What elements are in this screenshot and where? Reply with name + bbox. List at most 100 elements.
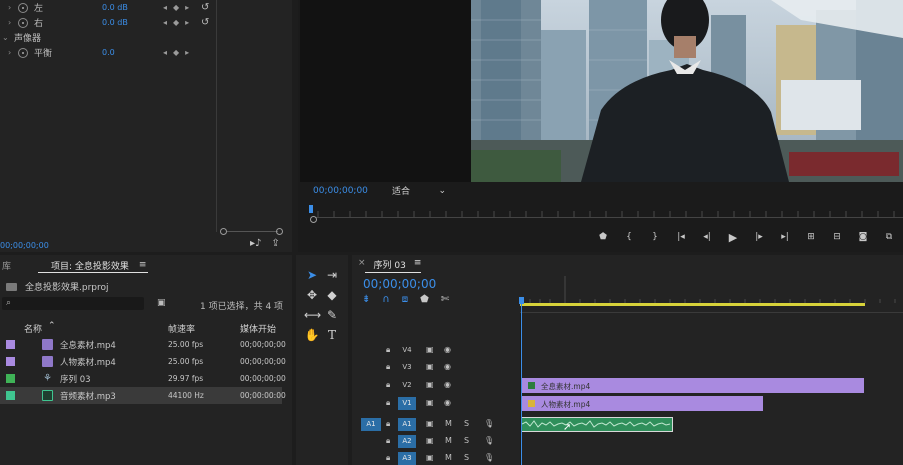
- source-patch[interactable]: A1: [361, 418, 381, 431]
- track-select-tool-icon[interactable]: ⇥: [324, 267, 340, 283]
- lock-icon[interactable]: 🔒︎: [386, 453, 390, 463]
- list-item[interactable]: 全息素材.mp4 25.00 fps 00;00;00;00: [0, 336, 286, 353]
- next-keyframe-icon[interactable]: ▸: [185, 48, 189, 57]
- timeline-clip[interactable]: 人物素材.mp4: [521, 396, 763, 411]
- item-name[interactable]: 序列 03: [60, 373, 91, 385]
- solo-button[interactable]: S: [464, 436, 469, 445]
- mark-out-icon[interactable]: }: [642, 232, 668, 242]
- next-keyframe-icon[interactable]: ▸: [185, 3, 189, 12]
- go-to-out-icon[interactable]: ▸|: [772, 232, 798, 242]
- timeline-ruler[interactable]: [520, 276, 903, 312]
- track-name[interactable]: A2: [398, 435, 416, 448]
- pen-tool-icon[interactable]: ✎: [324, 307, 340, 323]
- fx-zoom-handle-left[interactable]: [220, 228, 227, 235]
- marker-icon[interactable]: ⬟: [590, 232, 616, 242]
- extract-icon[interactable]: ⊟: [824, 232, 850, 242]
- list-item[interactable]: ⚘ 序列 03 29.97 fps 00;00;00;00: [0, 370, 286, 387]
- item-name[interactable]: 人物素材.mp4: [60, 356, 116, 368]
- lock-icon[interactable]: 🔒︎: [386, 398, 390, 408]
- prev-keyframe-icon[interactable]: ◂: [163, 3, 167, 12]
- fx-value-left[interactable]: 0.0 dB: [102, 3, 128, 12]
- prev-keyframe-icon[interactable]: ◂: [163, 18, 167, 27]
- label-color-swatch[interactable]: [6, 357, 15, 366]
- lock-icon[interactable]: 🔒︎: [386, 345, 390, 355]
- fx-value-right[interactable]: 0.0 dB: [102, 18, 128, 27]
- sync-lock-icon[interactable]: ▣: [426, 398, 434, 407]
- stopwatch-icon[interactable]: [18, 2, 28, 13]
- list-item[interactable]: 人物素材.mp4 25.00 fps 00;00;00;00: [0, 353, 286, 370]
- stopwatch-icon[interactable]: [18, 17, 28, 28]
- go-to-in-icon[interactable]: |◂: [668, 232, 694, 242]
- microphone-icon[interactable]: 🎙︎: [484, 453, 494, 462]
- sync-lock-icon[interactable]: ▣: [426, 436, 434, 445]
- label-color-swatch[interactable]: [6, 374, 15, 383]
- fx-zoom-handle-right[interactable]: [276, 228, 283, 235]
- sort-ascending-icon[interactable]: ⌃: [48, 321, 56, 331]
- timeline-tab[interactable]: × 序列 03 ≡: [358, 258, 421, 271]
- chevron-right-icon[interactable]: ›: [8, 48, 16, 57]
- slip-tool-icon[interactable]: ⟷: [304, 307, 321, 323]
- sync-lock-icon[interactable]: ▣: [426, 380, 434, 389]
- timeline-clip[interactable]: 全息素材.mp4: [521, 378, 864, 393]
- eye-icon[interactable]: ◉: [444, 380, 451, 389]
- sync-lock-icon[interactable]: ▣: [426, 362, 434, 371]
- fx-row-panner[interactable]: ⌄ 声像器: [0, 30, 292, 45]
- item-name[interactable]: 全息素材.mp4: [60, 339, 116, 351]
- program-zoom-handle[interactable]: [310, 216, 317, 223]
- compare-icon[interactable]: ⧉: [876, 232, 902, 242]
- fx-value-balance[interactable]: 0.0: [102, 48, 115, 57]
- settings-wrench-icon[interactable]: ✄: [441, 294, 449, 305]
- column-fps[interactable]: 帧速率: [168, 322, 195, 335]
- program-scrollbar-track[interactable]: [314, 217, 903, 218]
- fx-timecode[interactable]: 00;00;00;00: [0, 241, 49, 250]
- work-area-bar[interactable]: [520, 303, 865, 306]
- lift-icon[interactable]: ⊞: [798, 232, 824, 242]
- reset-icon[interactable]: ↺: [201, 2, 209, 13]
- hand-tool-icon[interactable]: ✋: [304, 327, 320, 343]
- microphone-icon[interactable]: 🎙︎: [484, 436, 494, 445]
- solo-button[interactable]: S: [464, 419, 469, 428]
- list-item-selected[interactable]: 音频素材.mp3 44100 Hz 00;00:00:00: [0, 387, 286, 404]
- solo-button[interactable]: S: [464, 453, 469, 462]
- fit-dropdown[interactable]: 适合 ⌄: [392, 184, 448, 198]
- label-color-swatch[interactable]: [6, 340, 15, 349]
- keyframe-nav[interactable]: ◂ ◆ ▸: [163, 3, 189, 12]
- panel-menu-icon[interactable]: ≡: [139, 260, 147, 270]
- sync-lock-icon[interactable]: ▣: [426, 345, 434, 354]
- stopwatch-icon[interactable]: [18, 47, 28, 58]
- reset-icon[interactable]: ↺: [201, 17, 209, 28]
- chevron-right-icon[interactable]: ›: [8, 3, 16, 12]
- prev-keyframe-icon[interactable]: ◂: [163, 48, 167, 57]
- snap-icon[interactable]: ∩: [382, 294, 389, 305]
- tab-project[interactable]: 项目: 全息投影效果: [51, 259, 129, 272]
- timeline-playhead[interactable]: [521, 303, 522, 465]
- mute-button[interactable]: M: [445, 436, 452, 445]
- track-name[interactable]: A3: [398, 452, 416, 465]
- mute-button[interactable]: M: [445, 419, 452, 428]
- add-keyframe-icon[interactable]: ◆: [173, 18, 179, 27]
- step-forward-icon[interactable]: |▸: [746, 232, 772, 242]
- sync-lock-icon[interactable]: ▣: [426, 419, 434, 428]
- column-media-start[interactable]: 媒体开始: [240, 322, 276, 335]
- microphone-icon[interactable]: 🎙︎: [484, 419, 494, 428]
- column-name[interactable]: 名称: [24, 322, 42, 335]
- tab-libraries[interactable]: 库: [2, 259, 11, 272]
- add-keyframe-icon[interactable]: ◆: [173, 48, 179, 57]
- fx-zoom-scrollbar[interactable]: [226, 231, 278, 232]
- chevron-down-icon[interactable]: ⌄: [2, 33, 10, 42]
- linked-selection-icon[interactable]: ⧈: [402, 294, 408, 305]
- nest-icon[interactable]: ⇟: [362, 294, 370, 305]
- eye-icon[interactable]: ◉: [444, 362, 451, 371]
- export-frame-icon[interactable]: ◙: [850, 232, 876, 242]
- lock-icon[interactable]: 🔒︎: [386, 380, 390, 390]
- program-playhead[interactable]: [309, 205, 313, 213]
- new-bin-icon[interactable]: ▣: [157, 298, 166, 308]
- item-name[interactable]: 音频素材.mp3: [60, 390, 116, 402]
- play-icon[interactable]: ▶: [720, 231, 746, 244]
- track-name[interactable]: A1: [398, 418, 416, 431]
- timeline-timecode[interactable]: 00;00;00;00: [363, 277, 436, 291]
- selection-tool-icon[interactable]: ➤: [304, 267, 320, 283]
- step-back-icon[interactable]: ◂|: [694, 232, 720, 242]
- close-icon[interactable]: ×: [358, 258, 366, 271]
- mark-in-icon[interactable]: {: [616, 232, 642, 242]
